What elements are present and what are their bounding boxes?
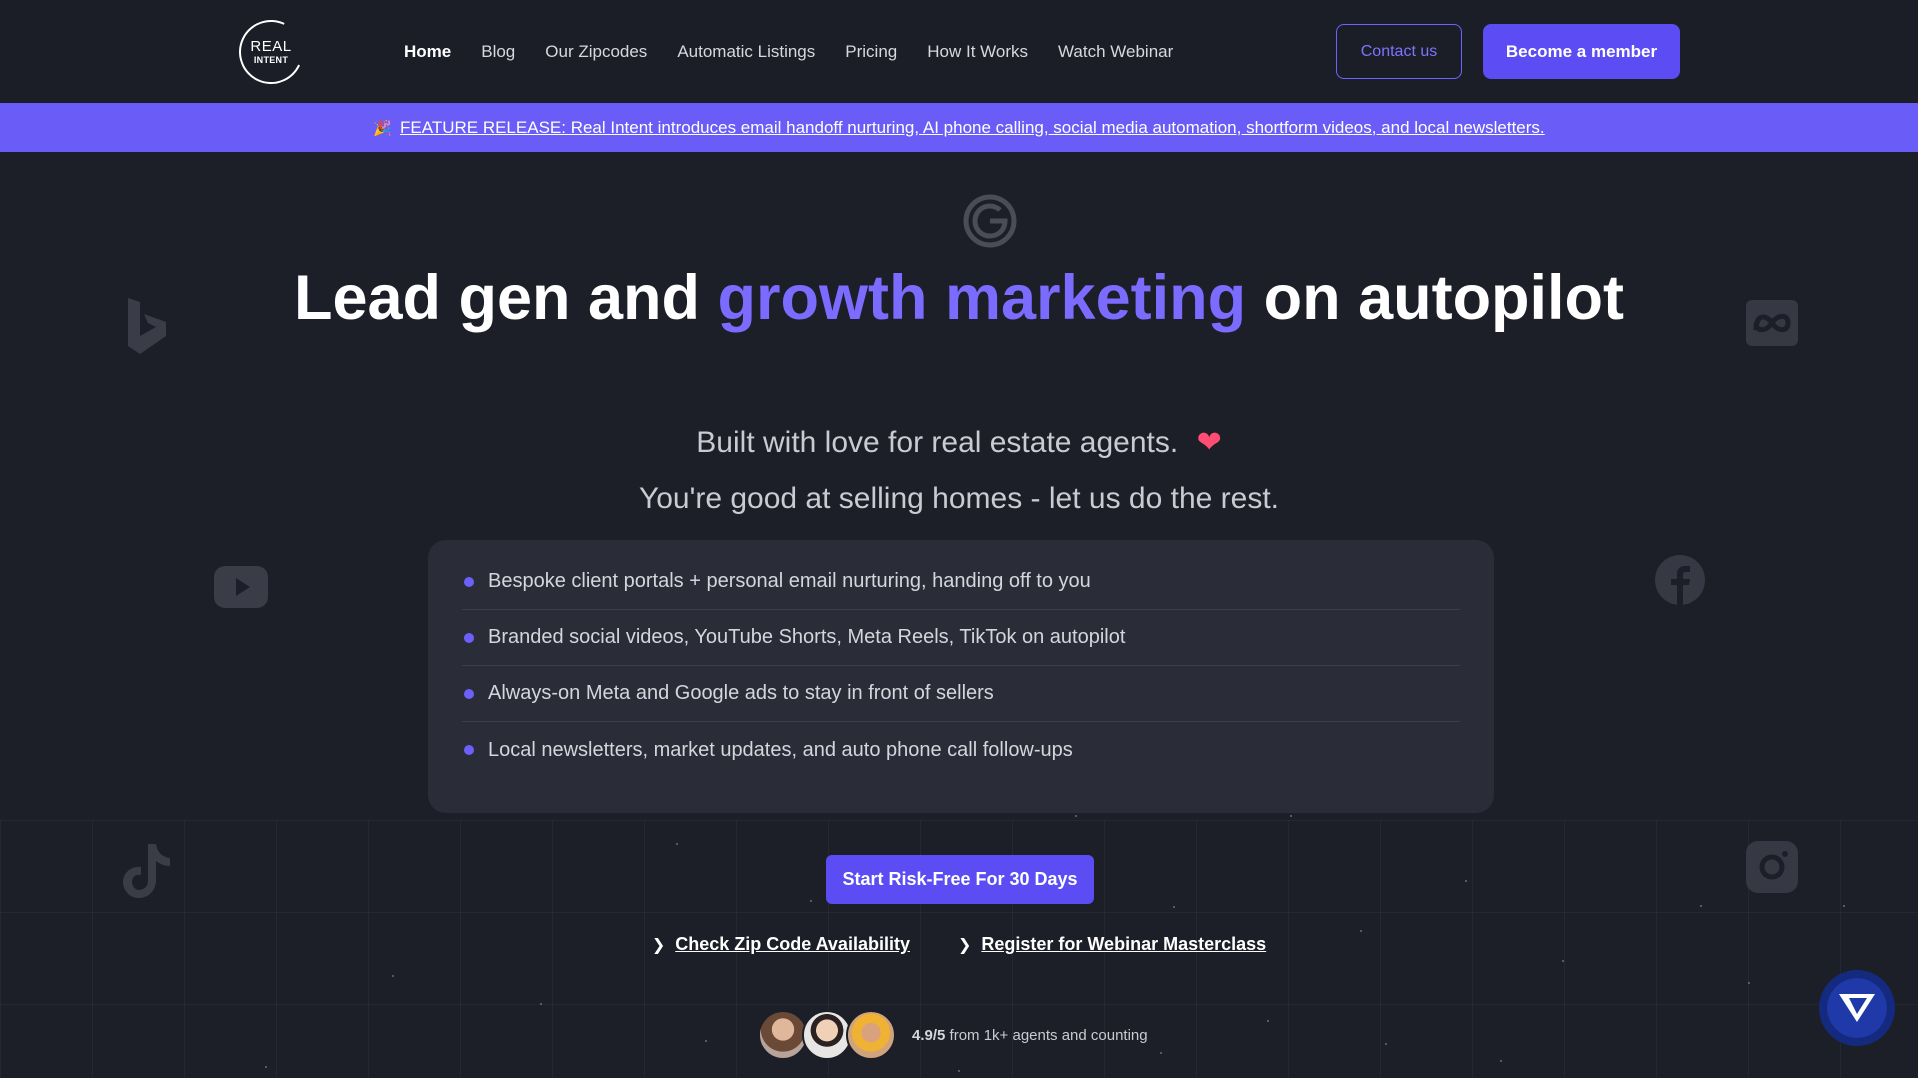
chat-widget-icon[interactable]	[1819, 970, 1895, 1046]
webinar-link[interactable]: ❯ Register for Webinar Masterclass	[958, 934, 1266, 955]
star-dot	[1075, 815, 1077, 817]
feature-release-banner: 🎉 FEATURE RELEASE: Real Intent introduce…	[0, 103, 1918, 152]
page: REAL INTENT Home Blog Our Zipcodes Autom…	[0, 0, 1918, 1078]
hero-subtitle: Built with love for real estate agents. …	[0, 425, 1918, 460]
nav-our-zipcodes[interactable]: Our Zipcodes	[545, 42, 647, 62]
facebook-icon	[1655, 555, 1705, 605]
youtube-icon	[214, 566, 268, 608]
tiktok-icon	[120, 842, 174, 900]
hero-title-accent: growth marketing	[717, 263, 1247, 333]
avatar-group	[758, 1010, 896, 1060]
logo-line-2: INTENT	[253, 55, 289, 65]
feature-item: Branded social videos, YouTube Shorts, M…	[462, 610, 1460, 666]
star-dot	[265, 1066, 267, 1068]
star-dot	[1160, 1052, 1162, 1054]
avatar	[802, 1010, 852, 1060]
heart-icon: ❤	[1196, 426, 1222, 459]
hero-subtitle-text: Built with love for real estate agents.	[696, 426, 1179, 459]
nav-automatic-listings[interactable]: Automatic Listings	[677, 42, 815, 62]
social-proof: 4.9/5 from 1k+ agents and counting	[758, 1010, 1148, 1060]
star-dot	[1700, 905, 1702, 907]
feature-release-link[interactable]: FEATURE RELEASE: Real Intent introduces …	[400, 118, 1545, 138]
webinar-label: Register for Webinar Masterclass	[981, 934, 1267, 954]
avatar	[846, 1010, 896, 1060]
check-zip-link[interactable]: ❯ Check Zip Code Availability	[652, 934, 910, 955]
feature-text: Branded social videos, YouTube Shorts, M…	[488, 626, 1126, 648]
google-icon	[963, 194, 1017, 248]
top-header: REAL INTENT Home Blog Our Zipcodes Autom…	[0, 0, 1918, 103]
feature-text: Bespoke client portals + personal email …	[488, 570, 1091, 592]
logo-line-1: REAL	[250, 38, 292, 55]
hero-title: Lead gen and growth marketing on autopil…	[0, 262, 1918, 334]
star-dot	[1465, 880, 1467, 882]
star-dot	[1748, 982, 1750, 984]
main-nav: Home Blog Our Zipcodes Automatic Listing…	[404, 0, 1173, 103]
secondary-links: ❯ Check Zip Code Availability ❯ Register…	[0, 934, 1918, 955]
hero-tagline: You're good at selling homes - let us do…	[638, 482, 1279, 515]
nav-watch-webinar[interactable]: Watch Webinar	[1058, 42, 1173, 62]
star-dot	[810, 900, 812, 902]
instagram-icon	[1746, 841, 1798, 893]
rating-value: 4.9/5	[912, 1026, 946, 1044]
bullet-icon	[464, 688, 474, 699]
star-dot	[958, 1070, 960, 1072]
contact-us-button[interactable]: Contact us	[1336, 24, 1462, 79]
star-dot	[676, 843, 678, 845]
nav-blog[interactable]: Blog	[481, 42, 515, 62]
star-dot	[540, 1003, 542, 1005]
become-member-button[interactable]: Become a member	[1483, 24, 1680, 79]
check-zip-label: Check Zip Code Availability	[675, 934, 910, 954]
star-dot	[1360, 930, 1362, 932]
logo[interactable]: REAL INTENT	[239, 20, 303, 84]
feature-item: Local newsletters, market updates, and a…	[462, 722, 1460, 778]
avatar	[758, 1010, 808, 1060]
star-dot	[1290, 815, 1292, 817]
star-dot	[392, 975, 394, 977]
start-risk-free-button[interactable]: Start Risk-Free For 30 Days	[826, 855, 1094, 904]
star-dot	[1173, 906, 1175, 908]
feature-item: Bespoke client portals + personal email …	[462, 554, 1460, 610]
nav-how-it-works[interactable]: How It Works	[927, 42, 1028, 62]
bullet-icon	[464, 576, 474, 587]
star-dot	[1385, 1043, 1387, 1045]
chevron-right-icon: ❯	[957, 936, 972, 954]
hero-title-pre: Lead gen and	[293, 263, 718, 333]
bullet-icon	[464, 745, 474, 755]
star-dot	[1500, 1060, 1502, 1062]
rating-caption: from 1k+ agents and counting	[949, 1026, 1148, 1044]
rating-text: 4.9/5 from 1k+ agents and counting	[912, 1027, 1148, 1044]
star-dot	[1267, 1020, 1269, 1022]
feature-text: Always-on Meta and Google ads to stay in…	[488, 682, 994, 704]
bullet-icon	[464, 632, 474, 643]
nav-home[interactable]: Home	[404, 42, 451, 62]
nav-pricing[interactable]: Pricing	[845, 42, 897, 62]
hero-title-post: on autopilot	[1246, 263, 1625, 333]
star-dot	[1843, 905, 1845, 907]
features-card: Bespoke client portals + personal email …	[428, 540, 1494, 813]
feature-text: Local newsletters, market updates, and a…	[488, 738, 1073, 761]
party-popper-icon: 🎉	[373, 119, 393, 137]
star-dot	[705, 1040, 707, 1042]
star-dot	[1562, 960, 1564, 962]
chevron-right-icon: ❯	[651, 936, 666, 954]
feature-item: Always-on Meta and Google ads to stay in…	[462, 666, 1460, 722]
